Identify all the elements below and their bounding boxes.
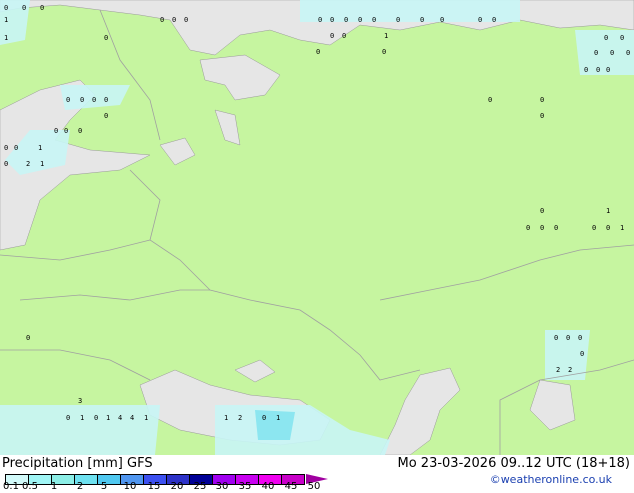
precip-marker: 0 xyxy=(4,4,8,12)
precip-marker: 0 xyxy=(584,66,588,74)
tick-label: 35 xyxy=(238,481,252,492)
tick-label: 30 xyxy=(215,481,229,492)
precip-marker: 2 xyxy=(238,414,242,422)
precip-area xyxy=(0,405,160,455)
precip-marker: 0 xyxy=(262,414,266,422)
precip-marker: 0 xyxy=(4,160,8,168)
precip-marker: 0 xyxy=(22,4,26,12)
tick-label: 2 xyxy=(76,481,84,492)
precip-marker: 0 xyxy=(318,16,322,24)
precip-marker: 1 xyxy=(80,414,84,422)
precip-marker: 1 xyxy=(606,207,610,215)
tick-label: 5 xyxy=(100,481,108,492)
precip-marker: 2 xyxy=(556,366,560,374)
precip-marker: 1 xyxy=(4,34,8,42)
precip-marker: 2 xyxy=(568,366,572,374)
precip-marker: 0 xyxy=(604,34,608,42)
precip-marker: 0 xyxy=(626,49,630,57)
precip-marker: 0 xyxy=(66,414,70,422)
precip-marker: 0 xyxy=(620,34,624,42)
valid-time: Mo 23-03-2026 09..12 UTC (18+18) xyxy=(397,456,631,471)
precip-marker: 0 xyxy=(4,144,8,152)
precip-marker: 2 xyxy=(26,160,30,168)
precip-marker: 0 xyxy=(540,207,544,215)
precip-marker: 0 xyxy=(330,16,334,24)
precip-marker: 0 xyxy=(566,334,570,342)
precip-marker: 1 xyxy=(38,144,42,152)
precip-marker: 1 xyxy=(144,414,148,422)
precip-marker: 1 xyxy=(276,414,280,422)
tick-label: 0.1 xyxy=(3,481,19,492)
precipitation-map: 0 0 00 0 0 0 0 0 0 0 0 0 0 0 010 00 0 00 0 01 0 0 0 1000 0 0 000 0 0… xyxy=(0,0,634,455)
precip-marker: 0 xyxy=(80,96,84,104)
tick-label: 40 xyxy=(261,481,275,492)
tick-label: 25 xyxy=(193,481,207,492)
precip-marker: 0 xyxy=(104,112,108,120)
precip-marker: 1 xyxy=(620,224,624,232)
precip-area xyxy=(255,410,295,440)
precip-marker: 1 xyxy=(40,160,44,168)
precip-marker: 0 xyxy=(610,49,614,57)
tick-label: 1 xyxy=(50,481,58,492)
legend-title: Precipitation [mm] GFS xyxy=(2,456,153,471)
precip-marker: 0 xyxy=(344,16,348,24)
precip-marker: 0 xyxy=(488,96,492,104)
precip-marker: 0 xyxy=(14,144,18,152)
precip-marker: 0 xyxy=(540,224,544,232)
precip-marker: 0 xyxy=(358,16,362,24)
precip-marker: 0 xyxy=(66,96,70,104)
precip-marker: 0 xyxy=(372,16,376,24)
precip-marker: 0 xyxy=(342,32,346,40)
precip-marker: 0 xyxy=(606,66,610,74)
precip-marker: 0 xyxy=(440,16,444,24)
precip-marker: 0 xyxy=(594,49,598,57)
precip-marker: 1 xyxy=(106,414,110,422)
color-scale-ticks: 0.1 0.5 1 2 5 10 15 20 25 30 35 40 45 50 xyxy=(0,481,340,493)
precip-marker: 1 xyxy=(224,414,228,422)
precip-marker: 0 xyxy=(478,16,482,24)
precip-marker: 0 xyxy=(540,112,544,120)
tick-label: 50 xyxy=(307,481,321,492)
precip-marker: 0 xyxy=(104,96,108,104)
precip-marker: 0 xyxy=(26,334,30,342)
precip-marker: 0 xyxy=(92,96,96,104)
precip-marker: 0 xyxy=(396,16,400,24)
precip-marker: 0 xyxy=(382,48,386,56)
precip-marker: 0 xyxy=(330,32,334,40)
tick-label: 10 xyxy=(123,481,137,492)
precip-marker: 0 xyxy=(94,414,98,422)
precip-marker: 0 xyxy=(420,16,424,24)
precip-marker: 0 xyxy=(316,48,320,56)
legend-footer: Precipitation [mm] GFS Mo 23-03-2026 09.… xyxy=(0,455,634,493)
tick-label: 15 xyxy=(147,481,161,492)
tick-label: 0.5 xyxy=(22,481,38,492)
precip-marker: 0 xyxy=(172,16,176,24)
precip-marker: 0 xyxy=(78,127,82,135)
precip-marker: 0 xyxy=(54,127,58,135)
precip-marker: 0 xyxy=(596,66,600,74)
precip-marker: 3 xyxy=(78,397,82,405)
precip-marker: 0 xyxy=(554,224,558,232)
tick-label: 45 xyxy=(284,481,298,492)
precip-marker: 4 xyxy=(130,414,134,422)
precip-marker: 0 xyxy=(606,224,610,232)
precip-marker: 0 xyxy=(64,127,68,135)
credit-link[interactable]: ©weatheronline.co.uk xyxy=(490,473,612,486)
precip-marker: 1 xyxy=(4,16,8,24)
precip-marker: 0 xyxy=(580,350,584,358)
precip-marker: 0 xyxy=(492,16,496,24)
precip-marker: 0 xyxy=(40,4,44,12)
precip-marker: 0 xyxy=(160,16,164,24)
precip-marker: 4 xyxy=(118,414,122,422)
precip-marker: 0 xyxy=(592,224,596,232)
precip-marker: 0 xyxy=(578,334,582,342)
precip-marker: 0 xyxy=(526,224,530,232)
tick-label: 20 xyxy=(170,481,184,492)
precip-marker: 0 xyxy=(540,96,544,104)
precip-marker: 0 xyxy=(554,334,558,342)
precip-marker: 0 xyxy=(104,34,108,42)
precip-marker: 0 xyxy=(184,16,188,24)
precip-marker: 1 xyxy=(384,32,388,40)
